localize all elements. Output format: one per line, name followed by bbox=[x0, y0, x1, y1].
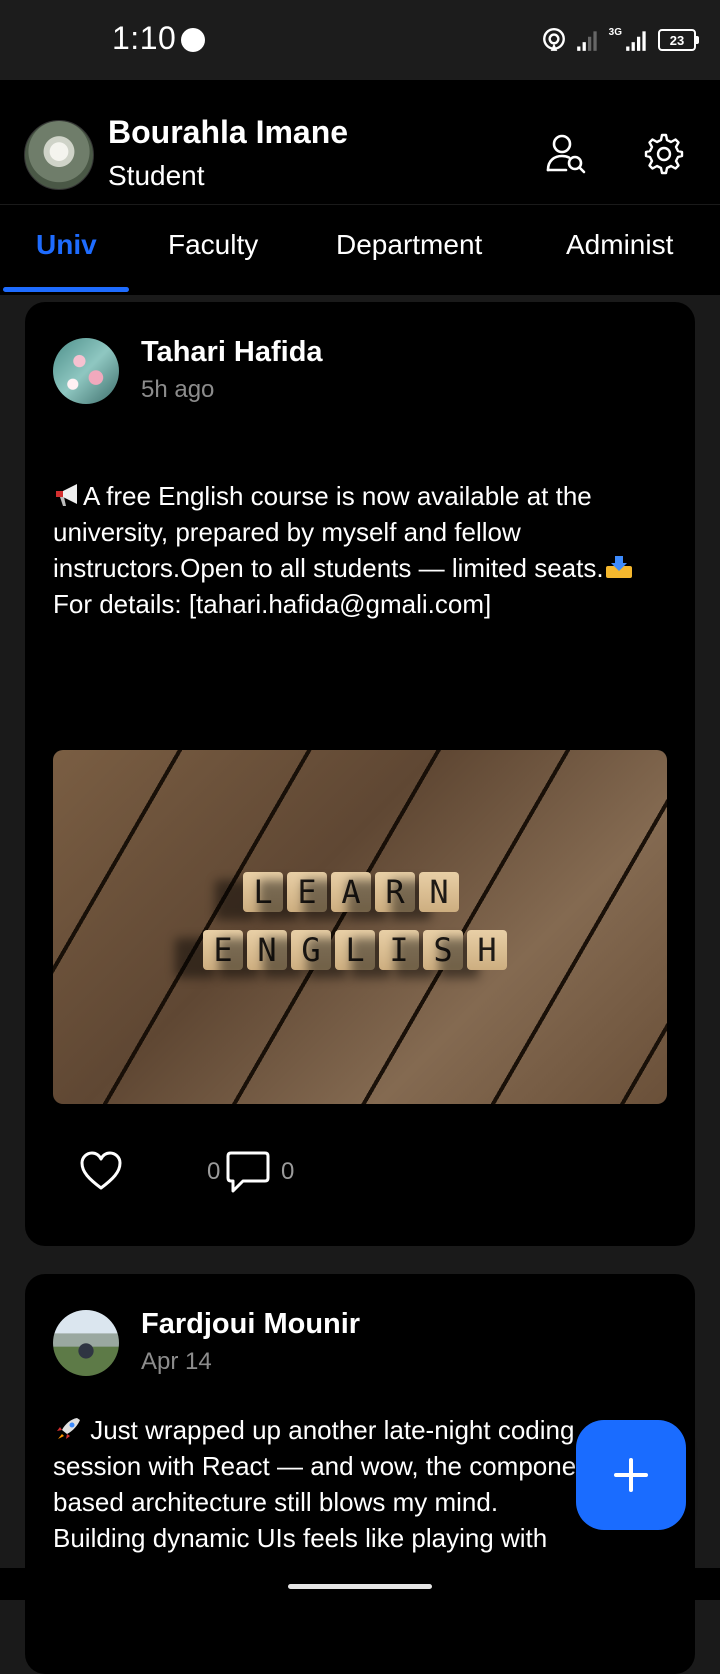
user-role: Student bbox=[108, 160, 205, 191]
plus-icon bbox=[614, 1458, 648, 1492]
user-name: Bourahla Imane bbox=[108, 114, 349, 150]
avatar[interactable] bbox=[24, 120, 94, 190]
app-header: Bourahla Imane Student bbox=[0, 80, 720, 204]
battery-icon: 23 bbox=[658, 29, 699, 51]
post-author[interactable]: Fardjoui Mounir bbox=[141, 1308, 360, 1341]
author-avatar[interactable] bbox=[53, 338, 119, 404]
tab-indicator bbox=[3, 287, 129, 292]
comment-count: 0 bbox=[281, 1158, 295, 1185]
tab-department[interactable]: Department bbox=[336, 229, 482, 261]
author-avatar[interactable] bbox=[53, 1310, 119, 1376]
status-bar: 1:10 3G 23 bbox=[0, 0, 720, 80]
signal-icon-2 bbox=[626, 31, 646, 51]
home-handle[interactable] bbox=[288, 1584, 432, 1589]
gear-icon[interactable] bbox=[642, 132, 686, 176]
post-card[interactable]: Tahari Hafida 5h ago A free English cour… bbox=[25, 302, 695, 1246]
image-word: E N G L I S H bbox=[203, 930, 507, 970]
status-icons: 3G 23 bbox=[541, 24, 699, 56]
signal-icon bbox=[576, 31, 597, 51]
status-time: 1:10 bbox=[112, 20, 177, 56]
notification-dot-icon bbox=[181, 28, 205, 52]
system-nav-bar bbox=[0, 1568, 720, 1600]
find-user-icon[interactable] bbox=[544, 132, 588, 176]
network-type: 3G bbox=[608, 26, 622, 38]
inbox-tray-icon bbox=[605, 556, 632, 578]
post-author[interactable]: Tahari Hafida bbox=[141, 336, 323, 369]
post-text: Just wrapped up another late-night codin… bbox=[53, 1412, 653, 1556]
hotspot-icon bbox=[542, 27, 565, 51]
post-text-part: Just wrapped up another late-night codin… bbox=[53, 1415, 607, 1517]
heart-icon[interactable] bbox=[79, 1150, 123, 1192]
post-image[interactable]: L E A R N E N G L I S H bbox=[53, 750, 667, 1104]
image-word: L E A R N bbox=[243, 872, 459, 912]
post-text-part: For details: [tahari.hafida@gmali.com] bbox=[53, 589, 492, 619]
rocket-icon bbox=[57, 1418, 80, 1439]
tab-bar: Univ Faculty Department Administ bbox=[0, 204, 720, 295]
add-post-button[interactable] bbox=[576, 1420, 686, 1530]
tab-univ[interactable]: Univ bbox=[36, 229, 97, 261]
tab-administration[interactable]: Administ bbox=[566, 229, 673, 261]
post-actions: 0 0 bbox=[79, 1148, 379, 1194]
post-text: A free English course is now available a… bbox=[53, 478, 653, 622]
post-time: 5h ago bbox=[141, 376, 215, 403]
like-count: 0 bbox=[207, 1158, 221, 1185]
tab-faculty[interactable]: Faculty bbox=[168, 229, 258, 261]
post-time: Apr 14 bbox=[141, 1348, 212, 1375]
megaphone-icon bbox=[56, 484, 77, 506]
comment-icon[interactable] bbox=[225, 1150, 271, 1194]
post-text-part: Building dynamic UIs feels like playing … bbox=[53, 1523, 548, 1553]
post-text-part: A free English course is now available a… bbox=[53, 481, 604, 583]
